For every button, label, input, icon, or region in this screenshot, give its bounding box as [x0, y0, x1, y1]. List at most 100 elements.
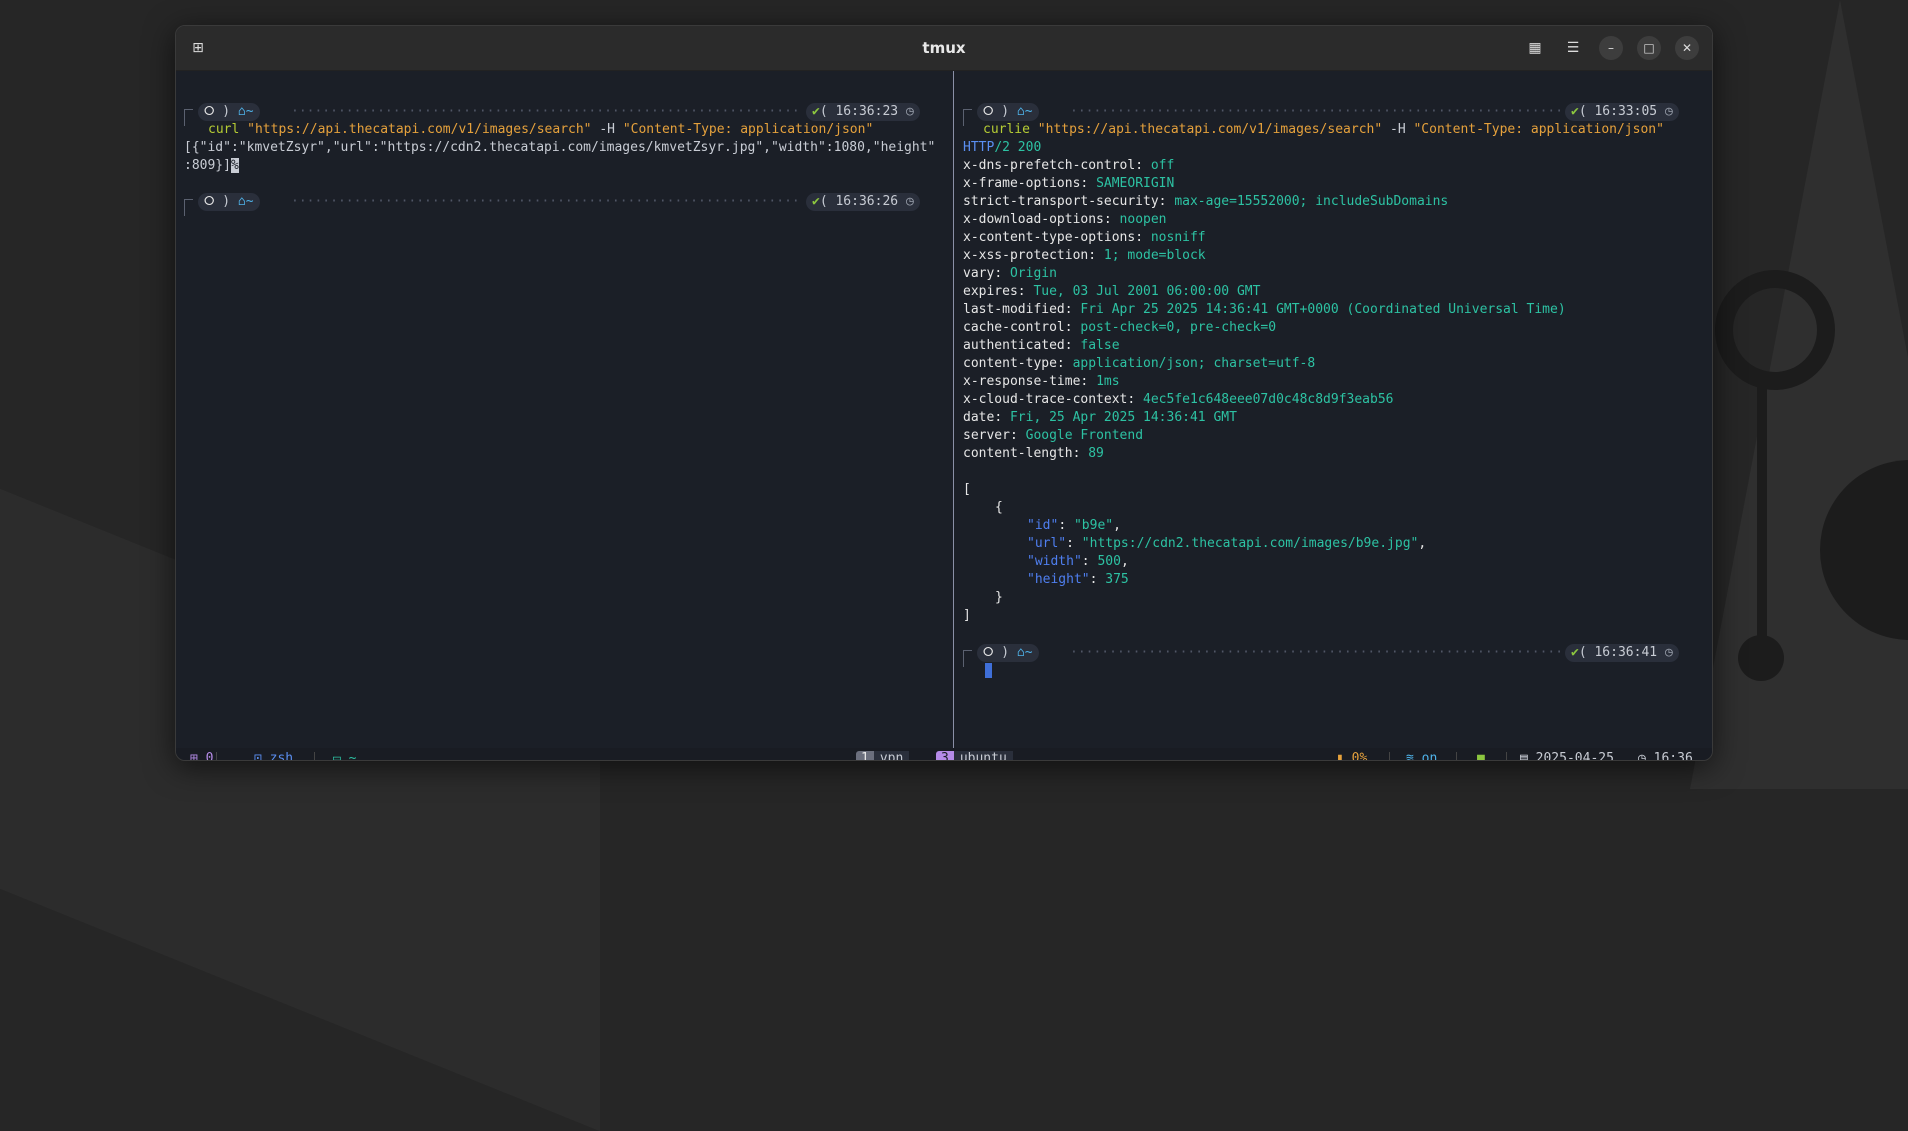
header-line: server: Google Frontend	[963, 428, 1144, 443]
clock-icon: ◷	[1638, 751, 1646, 761]
status-separator	[1506, 752, 1507, 760]
os-icon: ⭘	[983, 104, 994, 119]
home-icon: ⌂	[1016, 104, 1025, 119]
status-separator	[1456, 752, 1457, 760]
hamburger-menu-icon[interactable]: ☰	[1559, 34, 1587, 62]
tmux-status-bar: ⊞ 0 ⊡ zsh ▭ ~ 1 vpn 3 ubuntu ▮ 0% ≋ on ■ ▤…	[176, 748, 1712, 761]
close-button[interactable]: ✕	[1675, 36, 1699, 60]
os-icon: ⭘	[983, 645, 994, 660]
prompt-time: 16:36:41	[1594, 645, 1658, 660]
json-field: "id": "b9e",	[1027, 518, 1121, 533]
header-line: vary: Origin	[963, 266, 1057, 281]
prompt-line: ⭘ ) ⌂~ ·································…	[955, 103, 1712, 126]
header-line: cache-control: post-check=0, pre-check=0	[963, 320, 1277, 335]
json-field: "width": 500,	[1027, 554, 1129, 569]
json-open-brace: {	[995, 500, 1003, 515]
header-line: authenticated: false	[963, 338, 1120, 353]
header-line: content-type: application/json; charset=…	[963, 356, 1316, 371]
prompt-time: 16:36:26	[835, 194, 899, 209]
terminal-icon: ⊡	[254, 751, 262, 761]
header-line: x-frame-options: SAMEORIGIN	[963, 176, 1175, 191]
folder-icon: ▭	[333, 751, 341, 761]
command-line: curl "https://api.thecatapi.com/v1/image…	[208, 122, 874, 137]
prompt-dir: ~	[1024, 104, 1033, 119]
header-line: x-cloud-trace-context: 4ec5fe1c648eee07d…	[963, 392, 1394, 407]
window-tab[interactable]: 1 vpn	[856, 748, 910, 760]
wifi-icon: ≋	[1406, 751, 1414, 761]
os-icon: ⭘	[204, 194, 215, 209]
home-icon: ⌂	[237, 194, 246, 209]
battery-icon: ▮	[1336, 751, 1344, 761]
title-bar: ⊞ tmux ▦ ☰ – □ ✕	[176, 26, 1712, 71]
lock-icon: ■	[1477, 751, 1485, 761]
date-indicator: ▤ 2025-04-25	[1520, 748, 1614, 761]
prompt-time: 16:33:05	[1594, 104, 1658, 119]
pane-divider[interactable]	[953, 71, 954, 748]
prompt-dir: ~	[245, 104, 254, 119]
prompt-segment-left: ⭘ ) ⌂~	[198, 103, 260, 121]
shell-indicator: ⊡ zsh	[254, 748, 293, 761]
prompt-time: 16:36:23	[835, 104, 899, 119]
clock-icon: ◷	[905, 194, 914, 209]
prompt-bracket	[184, 199, 193, 216]
json-open-bracket: [	[963, 482, 971, 497]
check-icon: ✔	[1571, 645, 1579, 660]
http-status-line: HTTP/2 200	[963, 140, 1042, 155]
prompt-segment-right: ✔( 16:33:05 ◷	[1565, 103, 1679, 121]
clock-icon: ◷	[1664, 104, 1673, 119]
session-indicator[interactable]: ⊞ 0	[190, 748, 213, 761]
terminal-cursor[interactable]	[985, 662, 992, 680]
session-icon: ⊞	[190, 751, 198, 761]
prompt-dir: ~	[245, 194, 254, 209]
header-line: x-response-time: 1ms	[963, 374, 1120, 389]
terminal-window: ⊞ tmux ▦ ☰ – □ ✕ ⭘ ) ⌂~ ················…	[175, 25, 1713, 761]
header-line: content-length: 89	[963, 446, 1104, 461]
json-field: "url": "https://cdn2.thecatapi.com/image…	[1027, 536, 1427, 551]
prompt-segment-right: ✔( 16:36:26 ◷	[806, 193, 920, 211]
prompt-line: ⭘ ) ⌂~ ·································…	[176, 103, 953, 126]
grid-icon[interactable]: ▦	[1521, 34, 1549, 62]
maximize-button[interactable]: □	[1637, 36, 1661, 60]
header-line: x-dns-prefetch-control: off	[963, 158, 1175, 173]
path-indicator: ▭ ~	[333, 748, 356, 761]
prompt-line: ⭘ ) ⌂~ ·································…	[955, 644, 1712, 667]
prompt-bracket	[963, 650, 972, 667]
prompt-segment-left: ⭘ ) ⌂~	[977, 103, 1039, 121]
prompt-segment-right: ✔( 16:36:23 ◷	[806, 103, 920, 121]
prompt-segment-left: ⭘ ) ⌂~	[977, 644, 1039, 662]
home-icon: ⌂	[1016, 645, 1025, 660]
clock-icon: ◷	[1664, 645, 1673, 660]
header-line: expires: Tue, 03 Jul 2001 06:00:00 GMT	[963, 284, 1261, 299]
minimize-button[interactable]: –	[1599, 36, 1623, 60]
wallpaper-stem	[1757, 380, 1767, 640]
prompt-dir: ~	[1024, 645, 1033, 660]
prompt-bracket	[963, 109, 972, 126]
header-line: x-content-type-options: nosniff	[963, 230, 1206, 245]
header-line: strict-transport-security: max-age=15552…	[963, 194, 1449, 209]
wifi-indicator: ≋ on	[1406, 748, 1437, 761]
calendar-icon: ▤	[1520, 751, 1528, 761]
wallpaper-dot	[1738, 635, 1784, 681]
right-pane[interactable]: ⭘ ) ⌂~ ·································…	[955, 71, 1712, 748]
check-icon: ✔	[1571, 104, 1579, 119]
clock-icon: ◷	[905, 104, 914, 119]
prompt-filler: ········································…	[291, 194, 801, 209]
header-line: x-download-options: noopen	[963, 212, 1167, 227]
prompt-filler: ········································…	[1070, 645, 1560, 660]
battery-indicator: ▮ 0%	[1336, 748, 1367, 761]
time-indicator: ◷ 16:36	[1638, 748, 1693, 761]
output-line: :809}]%	[184, 158, 239, 173]
status-separator	[314, 752, 315, 760]
prompt-bracket	[184, 109, 193, 126]
window-tab-active[interactable]: 3 ubuntu	[936, 748, 1013, 760]
left-pane[interactable]: ⭘ ) ⌂~ ·································…	[176, 71, 953, 748]
json-field: "height": 375	[1027, 572, 1129, 587]
prompt-filler: ········································…	[291, 104, 801, 119]
prompt-filler: ········································…	[1070, 104, 1560, 119]
status-separator	[1389, 752, 1390, 760]
header-line: last-modified: Fri Apr 25 2025 14:36:41 …	[963, 302, 1566, 317]
wallpaper-ubuntu-logo	[1715, 270, 1835, 390]
home-icon: ⌂	[237, 104, 246, 119]
check-icon: ✔	[812, 194, 820, 209]
window-title: tmux	[922, 39, 966, 57]
